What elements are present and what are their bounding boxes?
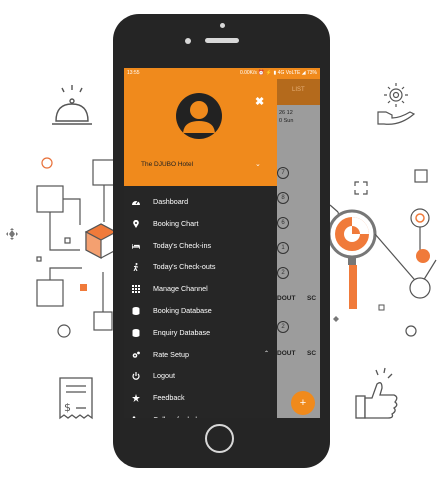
move-arrows-icon xyxy=(6,228,18,240)
status-label: SC xyxy=(307,295,317,302)
phone-screen: 13:55 0.00K/s ⏰ ⚡ ▮ 4G VoLTE ◢ 73% LIST … xyxy=(124,68,320,418)
day-row: 0 Sun xyxy=(279,118,294,124)
menu-label: Manage Channel xyxy=(153,284,208,294)
bed-icon xyxy=(132,243,140,249)
service-bell-icon xyxy=(52,85,92,125)
front-sensor xyxy=(220,23,225,28)
gears-icon xyxy=(132,351,140,358)
hotel-name: The DJUBO Hotel xyxy=(141,161,194,168)
earpiece-speaker xyxy=(205,38,239,43)
chevron-up-icon[interactable]: ⌃ xyxy=(264,344,269,366)
receipt-icon: $ xyxy=(59,377,93,420)
svg-text:$: $ xyxy=(64,401,71,414)
menu-item-logout[interactable]: Logout xyxy=(124,365,277,387)
drawer-menu: Dashboard Booking Chart Today's Check-in… xyxy=(124,191,277,418)
menu-item-booking-database[interactable]: Booking Database xyxy=(124,300,277,322)
cube-icon xyxy=(84,223,118,259)
menu-item-feedback[interactable]: Feedback xyxy=(124,387,277,409)
menu-item-dashboard[interactable]: Dashboard xyxy=(124,191,277,213)
menu-item-todays-check-outs[interactable]: Today's Check-outs xyxy=(124,256,277,278)
user-avatar-icon xyxy=(183,101,215,133)
home-button[interactable] xyxy=(205,424,234,453)
menu-label: Booking Database xyxy=(153,305,212,315)
navigation-drawer: ✖ The DJUBO Hotel ⌄ Dashboard Booking Ch… xyxy=(124,79,277,418)
analytics-magnifier-icon xyxy=(327,204,437,337)
menu-item-call-us[interactable]: Call us for help xyxy=(124,409,277,418)
star-icon xyxy=(132,394,140,403)
count-circle: 2 xyxy=(277,267,289,279)
menu-label: Today's Check-ins xyxy=(153,240,212,250)
status-label: SC xyxy=(307,350,317,357)
menu-label: Logout xyxy=(153,371,175,381)
menu-item-rate-setup[interactable]: Rate Setup ⌃ xyxy=(124,344,277,366)
front-camera xyxy=(185,38,191,44)
menu-label: Dashboard xyxy=(153,197,189,206)
date-row: 26 12 xyxy=(279,110,293,116)
count-circle: 6 xyxy=(277,217,289,229)
grid-icon xyxy=(132,285,140,294)
count-circle: 8 xyxy=(277,192,289,204)
avatar xyxy=(176,93,222,139)
settings-hand-icon xyxy=(377,83,416,125)
orange-square xyxy=(80,284,87,291)
status-time: 13:55 xyxy=(127,70,140,76)
database-icon xyxy=(132,328,140,337)
thumbs-up-icon xyxy=(355,367,398,419)
hotel-dropdown-icon[interactable]: ⌄ xyxy=(255,160,261,168)
database-icon xyxy=(132,306,140,315)
status-label: DOUT xyxy=(277,295,296,302)
menu-label: Booking Chart xyxy=(153,218,199,228)
menu-item-booking-chart[interactable]: Booking Chart xyxy=(124,213,277,235)
count-circle: 7 xyxy=(277,167,289,179)
dashboard-icon xyxy=(132,200,140,205)
menu-label: Rate Setup xyxy=(153,349,189,359)
count-circle: 1 xyxy=(277,242,289,254)
drawer-header: ✖ The DJUBO Hotel ⌄ xyxy=(124,79,277,186)
menu-item-todays-check-ins[interactable]: Today's Check-ins xyxy=(124,235,277,257)
count-circle: 2 xyxy=(277,321,289,333)
menu-item-manage-channel[interactable]: Manage Channel xyxy=(124,278,277,300)
date-header: 26 12 0 Sun xyxy=(279,109,293,125)
menu-label: Feedback xyxy=(153,393,185,403)
menu-label: Call us for help xyxy=(153,409,201,418)
add-button[interactable]: + xyxy=(291,391,315,415)
power-icon xyxy=(132,372,140,381)
menu-item-enquiry-database[interactable]: Enquiry Database xyxy=(124,322,277,344)
close-icon[interactable]: ✖ xyxy=(255,95,264,108)
focus-corners-icon xyxy=(354,181,368,195)
map-marker-icon xyxy=(133,219,139,228)
phone-frame: 13:55 0.00K/s ⏰ ⚡ ▮ 4G VoLTE ◢ 73% LIST … xyxy=(113,14,330,468)
walking-icon xyxy=(133,263,139,272)
list-tab: LIST xyxy=(292,87,305,93)
menu-label: Today's Check-outs xyxy=(153,262,216,272)
outline-square xyxy=(414,169,428,183)
status-bar: 13:55 0.00K/s ⏰ ⚡ ▮ 4G VoLTE ◢ 73% xyxy=(124,68,320,79)
phone-icon xyxy=(132,416,136,418)
status-label: DOUT xyxy=(277,350,296,357)
status-indicators: 0.00K/s ⏰ ⚡ ▮ 4G VoLTE ◢ 73% xyxy=(239,70,317,76)
menu-label: Enquiry Database xyxy=(153,327,211,337)
